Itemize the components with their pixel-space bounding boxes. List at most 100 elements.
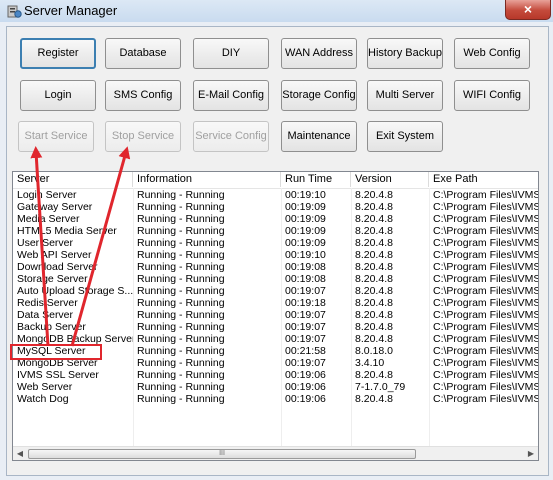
version-cell: 8.20.4.8	[355, 261, 393, 273]
information-cell: Running - Running	[137, 237, 225, 249]
register-button[interactable]: Register	[20, 38, 96, 69]
table-row[interactable]: Redis Server Running - Running 00:19:18 8.2…	[13, 297, 538, 309]
database-button[interactable]: Database	[105, 38, 181, 69]
table-row[interactable]: Backup Server Running - Running 00:19:07 8.…	[13, 321, 539, 333]
version-cell: 8.20.4.8	[355, 213, 393, 225]
maintenance-button[interactable]: Maintenance	[281, 121, 357, 152]
information-cell: Running - Running	[137, 273, 225, 285]
run-time-cell: 00:19:07	[285, 321, 326, 333]
table-row[interactable]: Watch Dog Running - Running 00:19:06 8.20.4…	[13, 393, 539, 405]
sms-config-button[interactable]: SMS Config	[105, 80, 181, 111]
exe-path-cell: C:\Program Files\IVMS Se	[433, 309, 539, 321]
exe-path-cell: C:\Program Files\IVMS Se	[433, 189, 539, 201]
stop-service-button[interactable]: Stop Service	[105, 121, 181, 152]
run-time-cell: 00:19:09	[285, 213, 326, 225]
server-manager-app-icon	[7, 5, 22, 18]
table-row[interactable]: Web API Server Running - Running 00:19:10 8…	[13, 249, 538, 261]
server-cell: Login Server	[17, 189, 77, 201]
server-cell: Auto Upload Storage S...	[17, 285, 133, 297]
history-backup-button[interactable]: History Backup	[367, 38, 443, 69]
exe-path-cell: C:\Program Files\IVMS Se	[433, 201, 539, 213]
version-cell: 8.20.4.8	[355, 321, 393, 333]
information-cell: Running - Running	[137, 357, 225, 369]
run-time-cell: 00:19:09	[285, 237, 326, 249]
scrollbar-thumb[interactable]: III	[28, 449, 416, 459]
exe-path-cell: C:\Program Files\IVMS Se	[433, 225, 539, 237]
server-list[interactable]: Server Information Run Time Version Exe …	[12, 171, 539, 461]
table-row[interactable]: Storage Server Running - Running 00:19:08 8…	[13, 273, 538, 285]
version-cell: 8.20.4.8	[355, 273, 393, 285]
scroll-right-arrow-icon[interactable]: ▶	[524, 447, 538, 460]
exe-path-cell: C:\Program Files\IVMS Se	[433, 285, 539, 297]
run-time-cell: 00:19:07	[285, 309, 326, 321]
service-config-button[interactable]: Service Config	[193, 121, 269, 152]
column-header-run-time[interactable]: Run Time	[281, 172, 351, 187]
version-cell: 8.20.4.8	[355, 285, 393, 297]
exit-system-button[interactable]: Exit System	[367, 121, 443, 152]
information-cell: Running - Running	[137, 189, 225, 201]
run-time-cell: 00:19:08	[285, 261, 326, 273]
exe-path-cell: C:\Program Files\IVMS Se	[433, 357, 539, 369]
column-header-exe-path[interactable]: Exe Path	[429, 172, 538, 187]
server-cell: Web API Server	[17, 249, 92, 261]
column-header-server[interactable]: Server	[13, 172, 133, 187]
run-time-cell: 00:19:18	[285, 297, 326, 309]
server-cell: Gateway Server	[17, 201, 93, 213]
exe-path-cell: C:\Program Files\IVMS Se	[433, 261, 539, 273]
storage-config-button[interactable]: Storage Config	[281, 80, 357, 111]
table-row[interactable]: User Server Running - Running 00:19:09 8.20…	[13, 237, 538, 249]
close-button[interactable]: ×	[505, 0, 551, 20]
exe-path-cell: C:\Program Files\IVMS Se	[433, 345, 539, 357]
run-time-cell: 00:19:06	[285, 369, 326, 381]
exe-path-cell: C:\Program Files\IVMS Se	[433, 333, 539, 345]
multi-server-button[interactable]: Multi Server	[367, 80, 443, 111]
mysql-server-highlight-box	[10, 344, 102, 360]
table-row[interactable]: Gateway Server Running - Running 00:19:09 8…	[13, 201, 539, 213]
server-cell: Watch Dog	[17, 393, 69, 405]
table-row[interactable]: Auto Upload Storage S... Running - Runnin…	[13, 285, 539, 297]
server-cell: Redis Server	[17, 297, 78, 309]
information-cell: Running - Running	[137, 285, 225, 297]
server-cell: HTML5 Media Server	[17, 225, 117, 237]
web-config-button[interactable]: Web Config	[454, 38, 530, 69]
version-cell: 8.20.4.8	[355, 333, 393, 345]
table-row[interactable]: IVMS SSL Server Running - Running 00:19:06…	[13, 369, 538, 381]
table-row[interactable]: Data Server Running - Running 00:19:07 8.20…	[13, 309, 539, 321]
information-cell: Running - Running	[137, 309, 225, 321]
email-config-button[interactable]: E-Mail Config	[193, 80, 269, 111]
information-cell: Running - Running	[137, 213, 225, 225]
run-time-cell: 00:19:09	[285, 225, 326, 237]
run-time-cell: 00:19:10	[285, 189, 326, 201]
version-cell: 7-1.7.0_79	[355, 381, 406, 393]
version-cell: 8.20.4.8	[355, 369, 393, 381]
exe-path-cell: C:\Program Files\IVMS Se	[433, 321, 539, 333]
information-cell: Running - Running	[137, 345, 225, 357]
start-service-button[interactable]: Start Service	[18, 121, 94, 152]
information-cell: Running - Running	[137, 369, 225, 381]
server-cell: Media Server	[17, 213, 80, 225]
exe-path-cell: C:\Program Files\IVMS Se	[433, 393, 539, 405]
scroll-left-arrow-icon[interactable]: ◀	[13, 447, 27, 460]
column-header-version[interactable]: Version	[351, 172, 429, 187]
server-manager-window: Server Manager × Register Database DIY W…	[0, 0, 553, 480]
table-row[interactable]: Login Server Running - Running 00:19:10 8.2…	[13, 189, 539, 201]
table-row[interactable]: HTML5 Media Server Running - Running 00:19…	[13, 225, 539, 237]
information-cell: Running - Running	[137, 321, 225, 333]
table-row[interactable]: Web Server Running - Running 00:19:06 7-1.7…	[13, 381, 538, 393]
run-time-cell: 00:19:09	[285, 201, 326, 213]
title-bar[interactable]: Server Manager ×	[0, 0, 553, 22]
column-header-information[interactable]: Information	[133, 172, 281, 187]
login-button[interactable]: Login	[20, 80, 96, 111]
run-time-cell: 00:21:58	[285, 345, 326, 357]
server-cell: Web Server	[17, 381, 73, 393]
information-cell: Running - Running	[137, 201, 225, 213]
version-cell: 8.20.4.8	[355, 249, 393, 261]
wan-address-button[interactable]: WAN Address	[281, 38, 357, 69]
table-row[interactable]: Download Server Running - Running 00:19:08…	[13, 261, 539, 273]
information-cell: Running - Running	[137, 297, 225, 309]
table-row[interactable]: Media Server Running - Running 00:19:09 8.2…	[13, 213, 538, 225]
wifi-config-button[interactable]: WIFI Config	[454, 80, 530, 111]
horizontal-scrollbar[interactable]: ◀ III ▶	[13, 446, 538, 460]
diy-button[interactable]: DIY	[193, 38, 269, 69]
server-cell: Download Server	[17, 261, 98, 273]
